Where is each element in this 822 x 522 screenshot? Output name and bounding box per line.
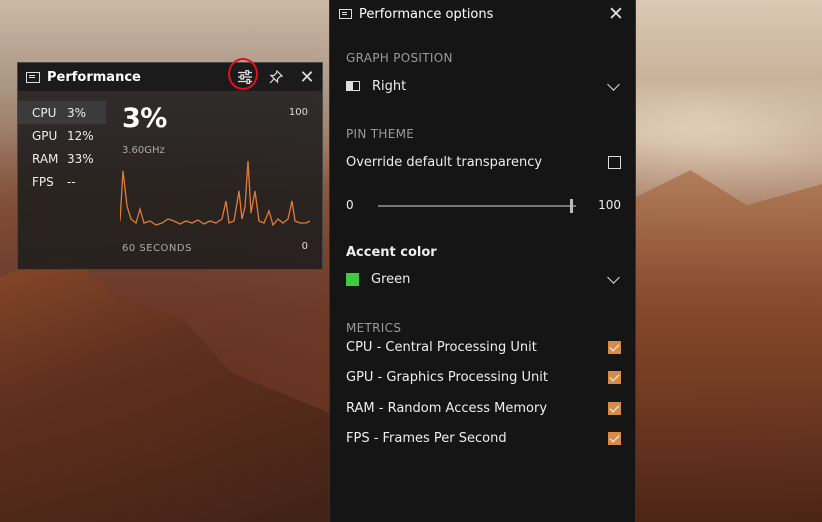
performance-options-panel: Performance options ✕ GRAPH POSITION Rig… xyxy=(329,0,636,522)
pin-button[interactable] xyxy=(262,63,290,91)
metric-list: CPU 3% GPU 12% RAM 33% FPS -- xyxy=(18,101,106,193)
options-header: Performance options ✕ xyxy=(330,0,635,28)
metric-value: -- xyxy=(67,174,76,189)
highlight-circle xyxy=(228,58,258,90)
graph-position-section-label: GRAPH POSITION xyxy=(346,51,453,65)
metric-row-cpu[interactable]: CPU 3% xyxy=(18,101,106,124)
slider-min-label: 0 xyxy=(346,198,354,212)
metrics-section-label: METRICS xyxy=(346,321,402,335)
performance-widget-body: CPU 3% GPU 12% RAM 33% FPS -- 3% 3.60GHz… xyxy=(18,91,322,268)
metric-row-fps[interactable]: FPS -- xyxy=(18,170,106,193)
metric-option-checkbox[interactable] xyxy=(608,340,621,354)
current-usage-value: 3% xyxy=(122,103,167,134)
metric-option-cpu: CPU - Central Processing Unit xyxy=(346,339,621,355)
pin-icon xyxy=(269,70,283,84)
metric-option-checkbox[interactable] xyxy=(608,401,621,415)
options-close-button[interactable]: ✕ xyxy=(603,0,629,28)
metric-value: 3% xyxy=(67,105,87,120)
accent-color-value: Green xyxy=(371,271,411,287)
graph-position-dropdown[interactable]: Right xyxy=(346,78,621,94)
performance-widget-header[interactable]: Performance ✕ xyxy=(18,58,322,91)
slider-max-label: 100 xyxy=(598,198,621,212)
override-transparency-checkbox[interactable] xyxy=(608,155,621,169)
chevron-down-icon xyxy=(607,79,621,93)
metric-option-label: CPU - Central Processing Unit xyxy=(346,339,537,355)
widget-close-button[interactable]: ✕ xyxy=(293,63,321,91)
accent-color-swatch xyxy=(346,272,359,286)
desktop-canyon-left xyxy=(0,250,330,522)
metric-row-gpu[interactable]: GPU 12% xyxy=(18,124,106,147)
graph-position-value: Right xyxy=(372,78,407,94)
metric-option-label: RAM - Random Access Memory xyxy=(346,400,548,416)
window-icon xyxy=(339,9,352,19)
accent-color-heading: Accent color xyxy=(346,244,437,260)
pin-theme-section-label: PIN THEME xyxy=(346,127,415,141)
performance-widget-title: Performance xyxy=(47,69,141,85)
settings-button[interactable] xyxy=(228,58,259,91)
close-icon: ✕ xyxy=(608,3,624,25)
usage-graph-line xyxy=(120,161,310,227)
override-transparency-row: Override default transparency xyxy=(346,154,621,170)
metric-option-fps: FPS - Frames Per Second xyxy=(346,430,621,446)
chevron-down-icon xyxy=(607,272,621,286)
slider-thumb[interactable] xyxy=(570,199,574,213)
desktop-canyon-right xyxy=(634,170,822,522)
metric-option-checkbox[interactable] xyxy=(608,370,621,384)
close-icon: ✕ xyxy=(299,66,315,88)
desktop-sky xyxy=(634,0,822,130)
graph-axis-min: 0 xyxy=(301,241,308,252)
transparency-slider-row: 0 100 xyxy=(346,198,621,213)
accent-color-dropdown[interactable]: Green xyxy=(346,271,621,287)
metric-label: FPS xyxy=(32,174,54,189)
window-icon xyxy=(26,71,40,83)
metric-option-ram: RAM - Random Access Memory xyxy=(346,400,621,416)
graph-axis-max: 100 xyxy=(288,107,308,118)
override-transparency-label: Override default transparency xyxy=(346,154,543,170)
transparency-slider[interactable] xyxy=(378,199,576,213)
metric-row-ram[interactable]: RAM 33% xyxy=(18,147,106,170)
metric-value: 12% xyxy=(67,128,94,143)
options-title: Performance options xyxy=(359,6,494,22)
metric-label: CPU xyxy=(32,105,57,120)
performance-widget: Performance ✕ CPU 3% GPU 12% RAM 33% FPS… xyxy=(17,58,323,270)
cpu-frequency: 3.60GHz xyxy=(122,145,165,156)
metric-value: 33% xyxy=(67,151,94,166)
metric-label: RAM xyxy=(32,151,59,166)
metric-option-gpu: GPU - Graphics Processing Unit xyxy=(346,369,621,385)
graph-position-icon xyxy=(346,81,360,91)
graph-time-window: 60 SECONDS xyxy=(122,243,192,254)
accent-color-label: Accent color xyxy=(346,244,621,260)
metric-option-checkbox[interactable] xyxy=(608,431,621,445)
metric-option-label: FPS - Frames Per Second xyxy=(346,430,507,446)
usage-graph xyxy=(120,161,310,227)
metric-option-label: GPU - Graphics Processing Unit xyxy=(346,369,548,385)
metric-label: GPU xyxy=(32,128,58,143)
